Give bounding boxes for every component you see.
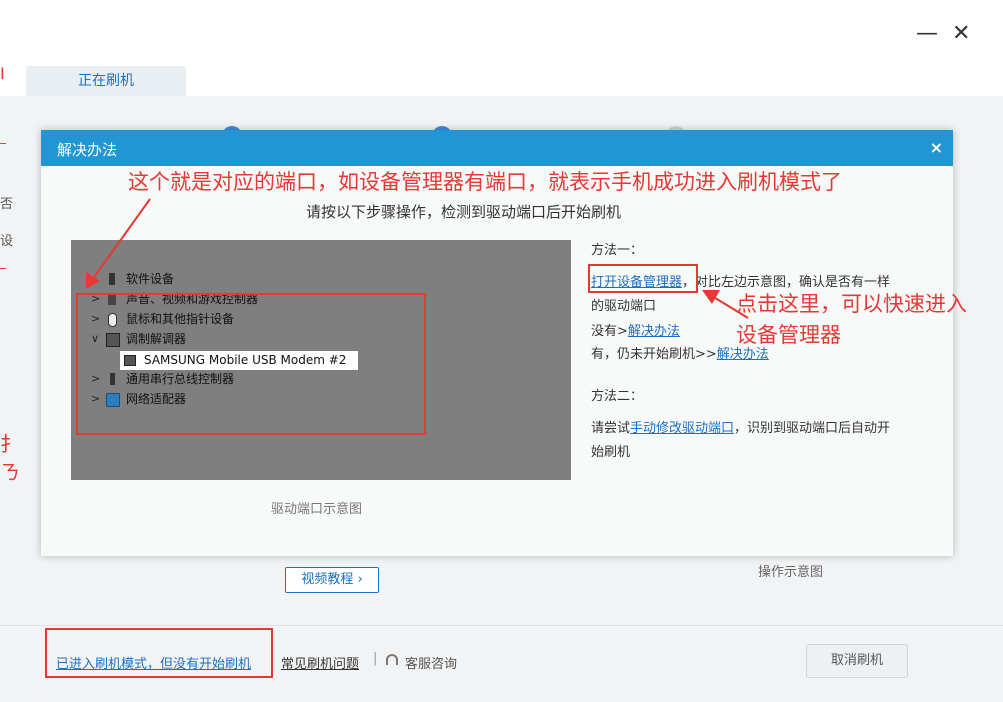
- arrow-to-ports: [91, 198, 151, 281]
- annotation-arrows: [86, 198, 749, 319]
- arrow-head-link: [702, 290, 720, 304]
- arrow-to-link: [711, 295, 749, 319]
- arrow-head-ports: [86, 272, 100, 289]
